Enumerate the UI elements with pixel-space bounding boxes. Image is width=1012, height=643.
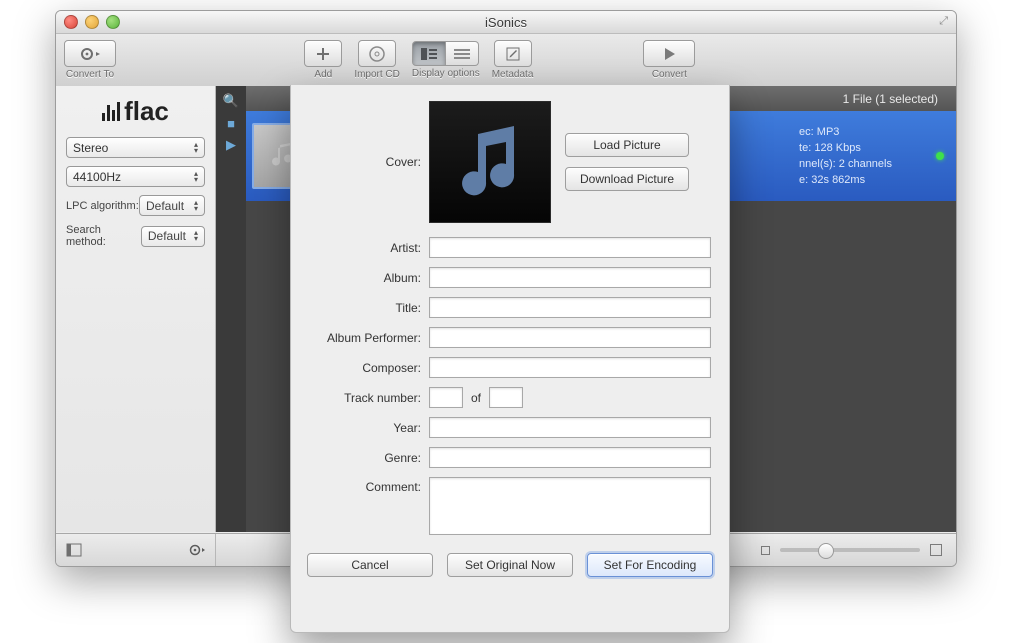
chevron-updown-icon: ▴▾ — [194, 171, 198, 183]
window-title: iSonics — [56, 15, 956, 30]
display-thumbnails-button[interactable] — [412, 41, 446, 66]
metadata-button[interactable] — [494, 40, 532, 67]
download-picture-button[interactable]: Download Picture — [565, 167, 689, 191]
file-count-text: 1 File (1 selected) — [843, 92, 938, 106]
comment-field[interactable] — [429, 477, 711, 535]
import-cd-button[interactable] — [358, 40, 396, 67]
chevron-updown-icon: ▴▾ — [194, 200, 198, 212]
cover-art[interactable] — [429, 101, 551, 223]
thumb-size-small-icon — [761, 546, 770, 555]
display-options-segmented[interactable] — [412, 41, 479, 66]
stop-icon[interactable]: ■ — [221, 114, 241, 132]
lpc-algorithm-select[interactable]: Default ▴▾ — [139, 195, 205, 216]
genre-field[interactable] — [429, 447, 711, 468]
track-number-field[interactable] — [429, 387, 463, 408]
set-original-now-button[interactable]: Set Original Now — [447, 553, 573, 577]
gear-icon — [78, 46, 102, 62]
album-field[interactable] — [429, 267, 711, 288]
collapse-sidebar-icon[interactable] — [66, 543, 82, 557]
chevron-updown-icon: ▴▾ — [194, 142, 198, 154]
cover-label: Cover: — [309, 155, 429, 169]
fullscreen-icon[interactable]: ⤢ — [939, 15, 948, 28]
year-label: Year: — [309, 421, 429, 435]
list-icon — [454, 48, 470, 60]
search-method-value: Default — [148, 229, 186, 243]
convert-button[interactable] — [643, 40, 695, 67]
cancel-button[interactable]: Cancel — [307, 553, 433, 577]
gear-small-icon[interactable] — [187, 542, 205, 558]
lpc-algorithm-label: LPC algorithm: — [66, 200, 139, 212]
search-method-select[interactable]: Default ▴▾ — [141, 226, 205, 247]
add-label: Add — [314, 69, 332, 80]
convert-to-label: Convert To — [66, 69, 114, 80]
toolbar: Convert To Add Import CD — [56, 34, 956, 87]
convert-to-button[interactable] — [64, 40, 116, 67]
lpc-algorithm-value: Default — [146, 199, 184, 213]
search-method-label: Search method: — [66, 224, 141, 248]
genre-label: Genre: — [309, 451, 429, 465]
channels-value: Stereo — [73, 141, 108, 155]
load-picture-button[interactable]: Load Picture — [565, 133, 689, 157]
album-performer-label: Album Performer: — [309, 331, 429, 345]
plus-icon — [315, 46, 331, 62]
track-of-label: of — [471, 391, 481, 405]
track-number-label: Track number: — [309, 391, 429, 405]
thumbnail-size-slider[interactable] — [780, 548, 920, 552]
import-cd-label: Import CD — [354, 69, 400, 80]
play-icon — [661, 46, 677, 62]
disc-icon — [368, 45, 386, 63]
file-duration: e: 32s 862ms — [799, 172, 892, 188]
gallery-strip: 🔍 ■ ▶ — [216, 86, 246, 532]
file-meta: ec: MP3 te: 128 Kbps nnel(s): 2 channels… — [799, 124, 892, 188]
comment-label: Comment: — [309, 477, 429, 494]
flac-logo: flac — [66, 96, 205, 127]
titlebar: iSonics ⤢ — [56, 11, 956, 34]
convert-label: Convert — [652, 69, 687, 80]
year-field[interactable] — [429, 417, 711, 438]
sidebar: flac Stereo ▴▾ 44100Hz ▴▾ LPC algorithm:… — [56, 86, 216, 532]
grid-icon — [421, 48, 437, 60]
thumb-size-large-icon — [930, 544, 942, 556]
artist-label: Artist: — [309, 241, 429, 255]
samplerate-select[interactable]: 44100Hz ▴▾ — [66, 166, 205, 187]
display-list-button[interactable] — [446, 41, 479, 66]
artist-field[interactable] — [429, 237, 711, 258]
slider-knob[interactable] — [818, 543, 834, 559]
track-total-field[interactable] — [489, 387, 523, 408]
play-small-icon[interactable]: ▶ — [221, 136, 241, 154]
metadata-label: Metadata — [492, 69, 534, 80]
add-button[interactable] — [304, 40, 342, 67]
search-icon[interactable]: 🔍 — [221, 92, 241, 110]
file-bitrate: te: 128 Kbps — [799, 140, 892, 156]
album-label: Album: — [309, 271, 429, 285]
flac-logo-text: flac — [124, 96, 169, 127]
samplerate-value: 44100Hz — [73, 170, 121, 184]
composer-label: Composer: — [309, 361, 429, 375]
metadata-sheet: Cover: Load Picture Download Picture Art… — [290, 85, 730, 633]
music-note-icon — [450, 122, 530, 202]
file-codec: ec: MP3 — [799, 124, 892, 140]
chevron-updown-icon: ▴▾ — [194, 230, 198, 242]
channels-select[interactable]: Stereo ▴▾ — [66, 137, 205, 158]
status-led-icon — [936, 152, 944, 160]
album-performer-field[interactable] — [429, 327, 711, 348]
composer-field[interactable] — [429, 357, 711, 378]
title-label: Title: — [309, 301, 429, 315]
set-for-encoding-button[interactable]: Set For Encoding — [587, 553, 713, 577]
title-field[interactable] — [429, 297, 711, 318]
display-options-label: Display options — [412, 68, 480, 79]
edit-icon — [505, 46, 521, 62]
file-channels: nnel(s): 2 channels — [799, 156, 892, 172]
